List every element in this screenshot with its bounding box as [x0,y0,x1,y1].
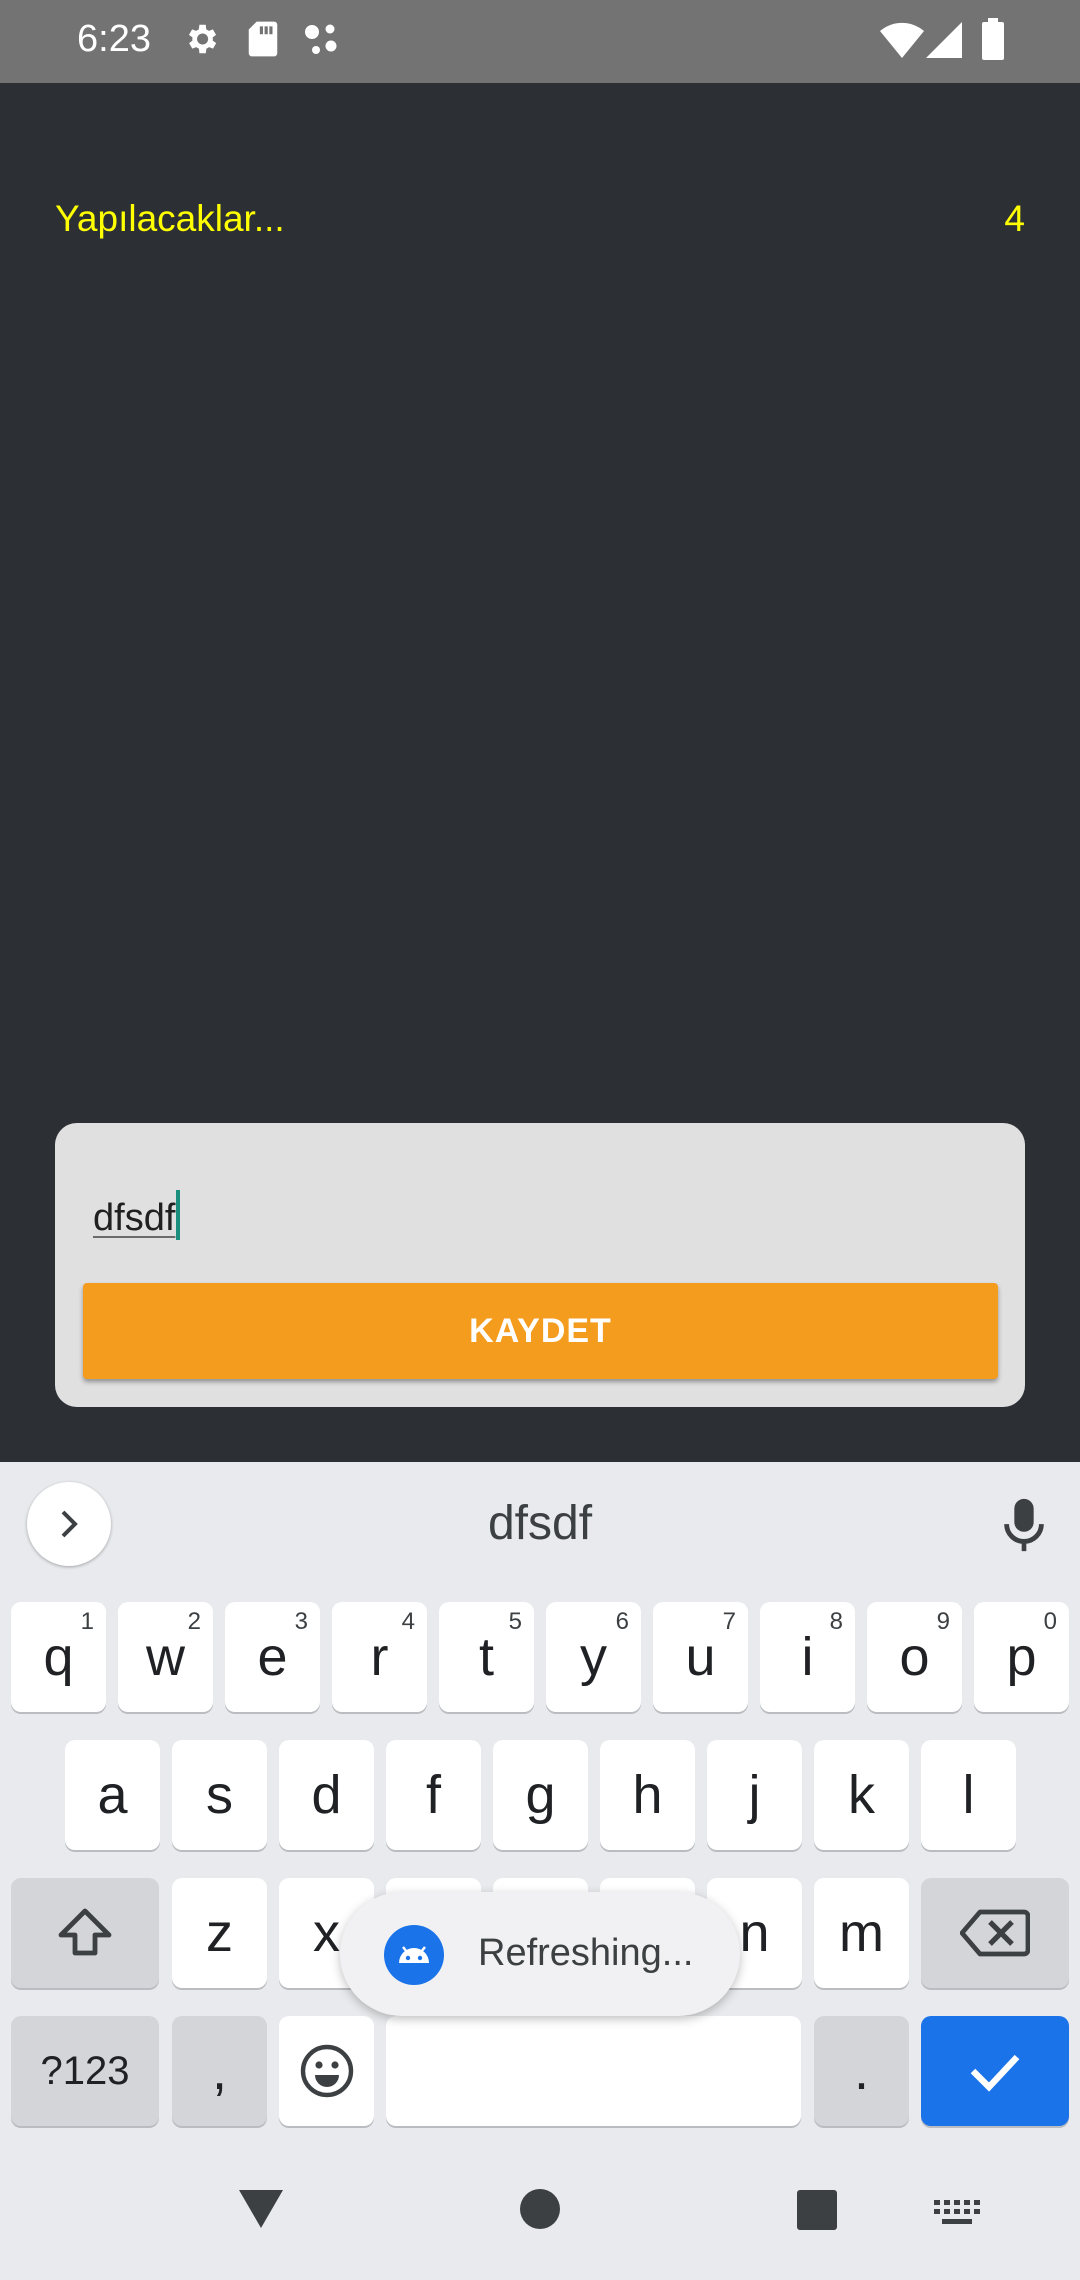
key-j[interactable]: j [707,1740,802,1850]
keyboard-switch-icon[interactable] [934,2200,980,2231]
key-u[interactable]: u7 [653,1602,748,1712]
symbols-key[interactable]: ?123 [11,2016,159,2126]
key-hint: 4 [401,1608,415,1635]
key-letter: q [43,1627,74,1687]
save-button[interactable]: KAYDET [83,1283,998,1379]
key-hint: 8 [829,1608,843,1635]
key-hint: 6 [615,1608,629,1635]
comma-key[interactable]: , [172,2016,267,2126]
key-hint: 7 [722,1608,736,1635]
wifi-icon [880,22,924,63]
microphone-icon[interactable] [1000,1497,1048,1560]
space-key[interactable] [386,2016,801,2126]
toast-text: Refreshing... [478,1932,694,1974]
key-hint: 2 [187,1608,201,1635]
key-q[interactable]: q1 [11,1602,106,1712]
key-hint: 1 [80,1608,94,1635]
signal-icon [926,22,962,63]
page-title: Yapılacaklar... [55,198,285,239]
key-h[interactable]: h [600,1740,695,1850]
text-cursor [176,1190,181,1240]
key-hint: 0 [1043,1608,1057,1635]
soft-keyboard: dfsdf q1 w2 e3 r4 t5 y6 u7 i8 o9 p0 a s … [0,1462,1080,2280]
key-letter: o [899,1627,930,1687]
key-hint: 3 [294,1608,308,1635]
key-a[interactable]: a [65,1740,160,1850]
emoji-key[interactable] [279,2016,374,2126]
android-icon [384,1925,444,1985]
key-letter: i [801,1627,814,1687]
navigation-bar [0,2165,1080,2280]
back-icon[interactable] [237,2188,285,2235]
battery-icon [982,18,1004,65]
todo-input[interactable]: dfsdf [93,1190,181,1250]
key-w[interactable]: w2 [118,1602,213,1712]
key-i[interactable]: i8 [760,1602,855,1712]
suggestion-word[interactable]: dfsdf [0,1496,1080,1551]
key-o[interactable]: o9 [867,1602,962,1712]
key-letter: t [478,1627,494,1687]
home-icon[interactable] [519,2188,561,2235]
key-g[interactable]: g [493,1740,588,1850]
key-s[interactable]: s [172,1740,267,1850]
key-letter: r [370,1627,389,1687]
refreshing-toast: Refreshing... [340,1892,740,2016]
emoji-icon [300,2044,353,2098]
settings-icon [182,20,220,63]
backspace-icon [960,1909,1030,1957]
key-l[interactable]: l [921,1740,1016,1850]
key-f[interactable]: f [386,1740,481,1850]
key-k[interactable]: k [814,1740,909,1850]
add-todo-card: dfsdf KAYDET [55,1123,1025,1407]
key-m[interactable]: m [814,1878,909,1988]
shift-key[interactable] [11,1878,159,1988]
key-t[interactable]: t5 [439,1602,534,1712]
assistant-icon [303,20,343,63]
key-r[interactable]: r4 [332,1602,427,1712]
key-e[interactable]: e3 [225,1602,320,1712]
recents-icon[interactable] [797,2190,837,2235]
key-p[interactable]: p0 [974,1602,1069,1712]
key-letter: u [685,1627,716,1687]
key-z[interactable]: z [172,1878,267,1988]
key-hint: 9 [936,1608,950,1635]
backspace-key[interactable] [921,1878,1069,1988]
done-key[interactable] [921,2016,1069,2126]
status-time: 6:23 [77,18,151,60]
sd-card-icon [246,20,280,63]
key-letter: p [1006,1627,1037,1687]
status-bar: 6:23 [0,0,1080,83]
key-letter: w [146,1627,185,1687]
period-key[interactable]: . [814,2016,909,2126]
todo-count: 4 [1004,198,1025,239]
key-letter: e [257,1627,288,1687]
key-hint: 5 [508,1608,522,1635]
key-letter: y [580,1627,607,1687]
todo-input-value: dfsdf [93,1197,176,1239]
shift-icon [58,1908,112,1956]
key-y[interactable]: y6 [546,1602,641,1712]
checkmark-icon [970,2054,1020,2092]
key-d[interactable]: d [279,1740,374,1850]
